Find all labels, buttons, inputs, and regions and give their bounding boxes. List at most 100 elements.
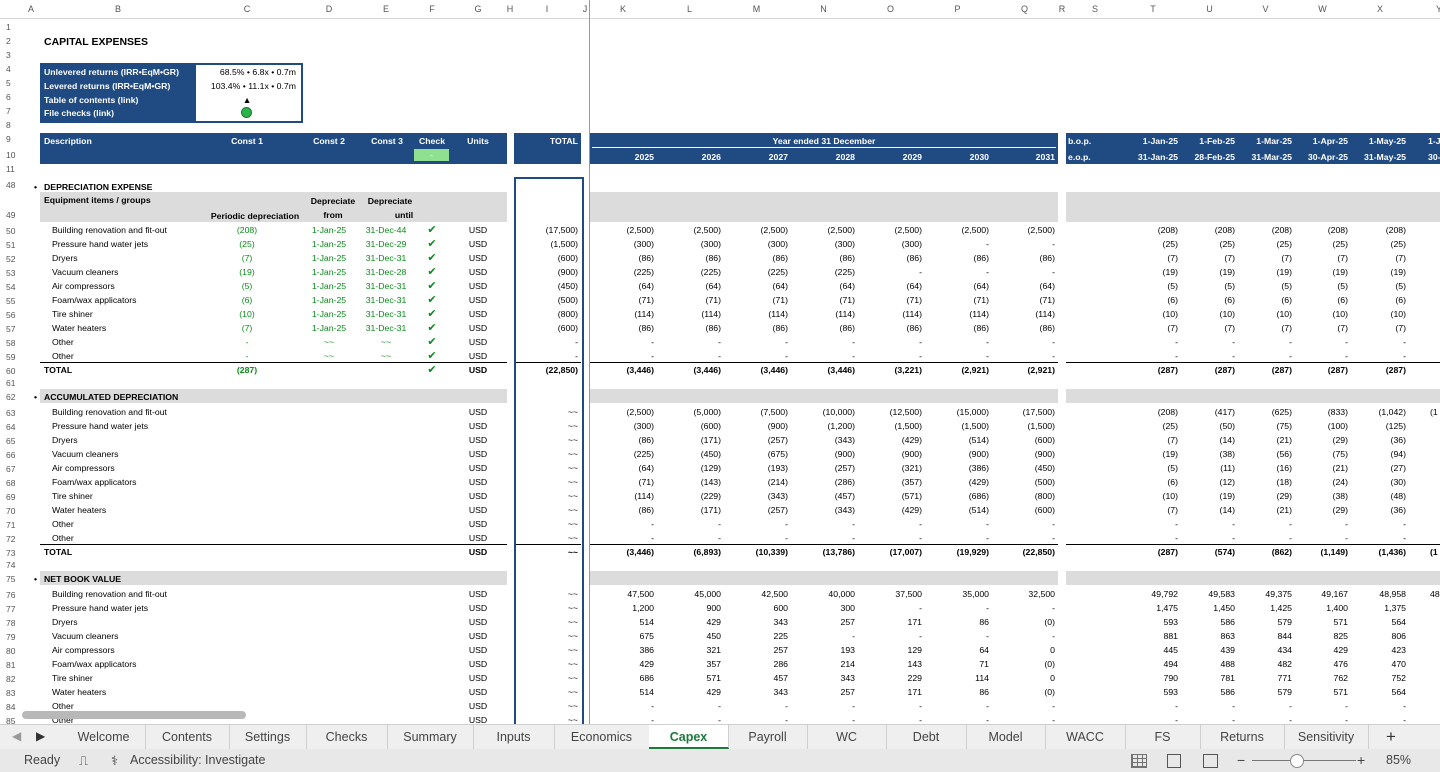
year-value[interactable]: 225 xyxy=(723,631,789,641)
year-value[interactable]: - xyxy=(924,519,989,529)
year-value[interactable]: (71) xyxy=(590,477,654,487)
year-value[interactable]: (86) xyxy=(590,505,654,515)
year-value[interactable]: 86 xyxy=(924,687,989,697)
units[interactable]: USD xyxy=(458,323,498,333)
month-value[interactable]: 586 xyxy=(1182,617,1236,627)
month-value[interactable]: 752 xyxy=(1351,673,1407,683)
month-value[interactable]: 445 xyxy=(1124,645,1179,655)
check-tick-icon[interactable]: ✔ xyxy=(414,237,450,250)
tab-summary[interactable]: Summary xyxy=(387,725,474,749)
units[interactable]: USD xyxy=(458,253,498,263)
month-value[interactable]: 48 xyxy=(1430,589,1440,599)
month-value[interactable]: (287) xyxy=(1294,365,1348,375)
year-value[interactable]: 257 xyxy=(723,645,789,655)
year-value[interactable]: - xyxy=(857,631,922,641)
year-value[interactable]: (193) xyxy=(723,463,788,473)
year-value[interactable]: 429 xyxy=(656,617,722,627)
units[interactable]: USD xyxy=(458,351,498,361)
depreciate-from[interactable]: 1-Jan-25 xyxy=(300,225,358,235)
year-value[interactable]: - xyxy=(857,603,922,613)
month-value[interactable]: 579 xyxy=(1237,687,1293,697)
year-value[interactable]: 343 xyxy=(723,617,789,627)
year-value[interactable]: (64) xyxy=(590,281,654,291)
month-value[interactable]: 49,375 xyxy=(1237,589,1292,599)
month-value[interactable]: - xyxy=(1237,519,1292,529)
year-value[interactable]: (386) xyxy=(924,463,989,473)
year-value[interactable]: - xyxy=(991,715,1055,724)
year-value[interactable]: 193 xyxy=(790,645,856,655)
month-value[interactable]: (625) xyxy=(1237,407,1292,417)
row-label[interactable]: TOTAL xyxy=(44,547,72,557)
month-value[interactable]: (10) xyxy=(1124,491,1178,501)
year-value[interactable]: 900 xyxy=(656,603,722,613)
year-value[interactable]: (10,339) xyxy=(723,547,788,557)
year-value[interactable]: - xyxy=(857,267,922,277)
tab-contents[interactable]: Contents xyxy=(145,725,230,749)
depreciate-until[interactable]: 31-Dec-28 xyxy=(358,267,414,277)
row-label[interactable]: Other xyxy=(52,337,74,347)
month-value[interactable]: (19) xyxy=(1124,267,1178,277)
units[interactable]: USD xyxy=(458,533,498,543)
row-header[interactable]: 48 xyxy=(0,180,26,190)
month-value[interactable]: (7) xyxy=(1124,323,1178,333)
month-value[interactable]: 571 xyxy=(1294,617,1349,627)
month-value[interactable]: (287) xyxy=(1182,365,1235,375)
row-header[interactable]: 56 xyxy=(0,310,26,320)
row-header[interactable]: 66 xyxy=(0,450,26,460)
row-label[interactable]: Tire shiner xyxy=(52,309,93,319)
year-value[interactable]: (343) xyxy=(790,505,855,515)
row-header[interactable]: 73 xyxy=(0,548,26,558)
units[interactable]: USD xyxy=(458,491,498,501)
tab-model[interactable]: Model xyxy=(966,725,1046,749)
prev-sheet-icon[interactable]: ◀ xyxy=(12,729,21,743)
row-header[interactable]: 76 xyxy=(0,590,26,600)
year-value[interactable]: 257 xyxy=(790,617,856,627)
year-value[interactable]: (22,850) xyxy=(991,547,1055,557)
month-value[interactable]: (1 xyxy=(1430,407,1440,417)
month-value[interactable]: (12) xyxy=(1182,477,1235,487)
check-tick-icon[interactable]: ✔ xyxy=(414,363,450,376)
row-header[interactable]: 70 xyxy=(0,506,26,516)
periodic-depreciation[interactable]: (287) xyxy=(218,365,276,375)
column-header-C[interactable]: C xyxy=(194,0,300,19)
year-value[interactable]: (86) xyxy=(590,253,654,263)
year-value[interactable]: (0) xyxy=(991,687,1055,697)
row-header[interactable]: 84 xyxy=(0,702,26,712)
year-value[interactable]: 286 xyxy=(723,659,789,669)
periodic-depreciation[interactable]: (208) xyxy=(218,225,276,235)
depreciate-until[interactable]: 31-Dec-31 xyxy=(358,323,414,333)
row-header[interactable]: 63 xyxy=(0,408,26,418)
units[interactable]: USD xyxy=(458,281,498,291)
year-value[interactable]: (171) xyxy=(656,435,721,445)
month-value[interactable]: (19) xyxy=(1182,267,1235,277)
month-value[interactable]: (5) xyxy=(1124,281,1178,291)
year-value[interactable]: (86) xyxy=(790,323,855,333)
year-value[interactable]: (514) xyxy=(924,435,989,445)
year-value[interactable]: (900) xyxy=(723,421,788,431)
month-value[interactable]: (10) xyxy=(1182,309,1235,319)
tab-economics[interactable]: Economics xyxy=(554,725,650,749)
month-value[interactable]: 771 xyxy=(1237,673,1293,683)
month-value[interactable]: - xyxy=(1182,519,1235,529)
row-header[interactable]: 68 xyxy=(0,478,26,488)
column-header-B[interactable]: B xyxy=(42,0,194,19)
month-value[interactable]: - xyxy=(1351,533,1406,543)
units[interactable]: USD xyxy=(458,603,498,613)
month-value[interactable]: (6) xyxy=(1351,295,1406,305)
summary-label-filechecks[interactable]: File checks (link) xyxy=(44,108,114,118)
units[interactable]: USD xyxy=(458,435,498,445)
year-value[interactable]: - xyxy=(857,533,922,543)
month-value[interactable]: (75) xyxy=(1294,449,1348,459)
year-value[interactable]: (12,500) xyxy=(857,407,922,417)
month-value[interactable]: - xyxy=(1294,701,1348,711)
file-check-ok-icon[interactable] xyxy=(241,107,252,118)
year-value[interactable]: (129) xyxy=(656,463,721,473)
row-label[interactable]: Air compressors xyxy=(52,463,115,473)
row-header[interactable]: 1 xyxy=(0,22,26,32)
month-value[interactable]: (5) xyxy=(1182,281,1235,291)
year-value[interactable]: - xyxy=(656,715,721,724)
year-value[interactable]: (2,500) xyxy=(590,407,654,417)
year-value[interactable]: 1,200 xyxy=(590,603,654,613)
year-value[interactable]: 40,000 xyxy=(790,589,855,599)
units[interactable]: USD xyxy=(458,687,498,697)
